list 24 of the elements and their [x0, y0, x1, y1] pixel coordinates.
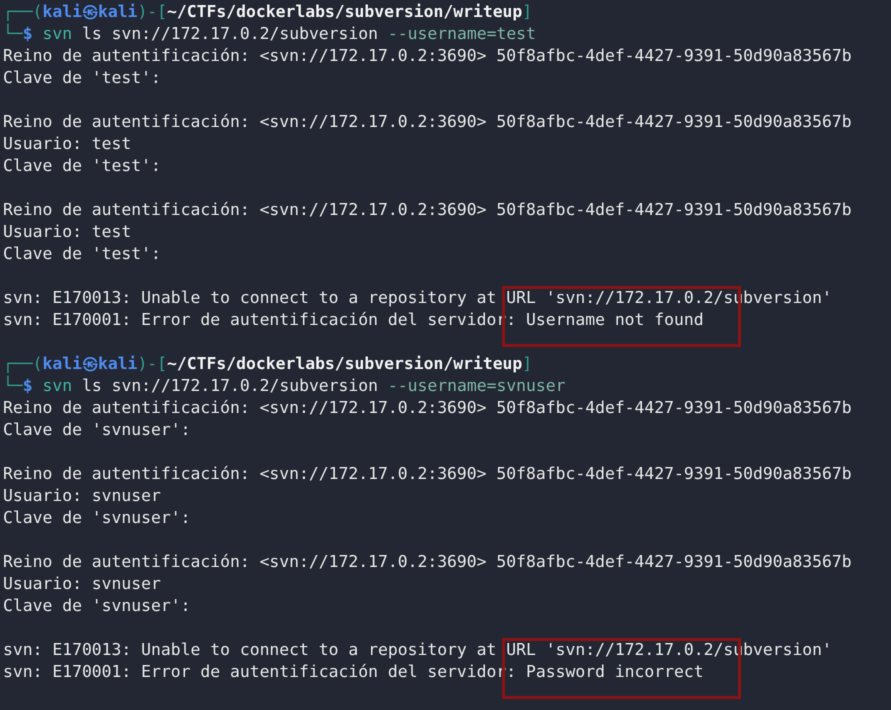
- output-line: Clave de 'test':: [3, 155, 161, 177]
- output-line: Reino de autentificación: <svn://172.17.0.2:3690> 50f8afbc-4def-4427-9391-50d90a83567b: [3, 397, 852, 419]
- output-line: Reino de autentificación: <svn://172.17.0.2:3690> 50f8afbc-4def-4427-9391-50d90a83567b: [3, 551, 852, 573]
- output-line: Usuario: svnuser: [3, 573, 161, 595]
- output-line: Reino de autentificación: <svn://172.17.0.2:3690> 50f8afbc-4def-4427-9391-50d90a83567b: [3, 199, 852, 221]
- output-line: Clave de 'svnuser':: [3, 595, 190, 617]
- prompt-line: ┌──(kali㉿kali)-[~/CTFs/dockerlabs/subversion/writeup]: [3, 1, 532, 23]
- output-line: Reino de autentificación: <svn://172.17.0.2:3690> 50f8afbc-4def-4427-9391-50d90a83567b: [3, 45, 852, 67]
- output-line: Usuario: svnuser: [3, 485, 161, 507]
- prompt-line: ┌──(kali㉿kali)-[~/CTFs/dockerlabs/subversion/writeup]: [3, 353, 532, 375]
- error-line: svn: E170001: Error de autentificación del servidor: Password incorrect: [3, 661, 704, 683]
- output-line: Clave de 'test':: [3, 243, 161, 265]
- output-line: Clave de 'svnuser':: [3, 419, 190, 441]
- output-line: Clave de 'test':: [3, 67, 161, 89]
- output-line: Usuario: test: [3, 133, 132, 155]
- output-line: Reino de autentificación: <svn://172.17.0.2:3690> 50f8afbc-4def-4427-9391-50d90a83567b: [3, 463, 852, 485]
- error-line: svn: E170013: Unable to connect to a repository at URL 'svn://172.17.0.2/subversion': [3, 639, 832, 661]
- output-line: Clave de 'svnuser':: [3, 507, 190, 529]
- command-line: └─$ svn ls svn://172.17.0.2/subversion --username=test: [3, 23, 536, 45]
- command-line: └─$ svn ls svn://172.17.0.2/subversion --username=svnuser: [3, 375, 566, 397]
- error-line: svn: E170001: Error de autentificación del servidor: Username not found: [3, 309, 704, 331]
- output-line: Usuario: test: [3, 221, 132, 243]
- error-line: svn: E170013: Unable to connect to a repository at URL 'svn://172.17.0.2/subversion': [3, 287, 832, 309]
- output-line: Reino de autentificación: <svn://172.17.0.2:3690> 50f8afbc-4def-4427-9391-50d90a83567b: [3, 111, 852, 133]
